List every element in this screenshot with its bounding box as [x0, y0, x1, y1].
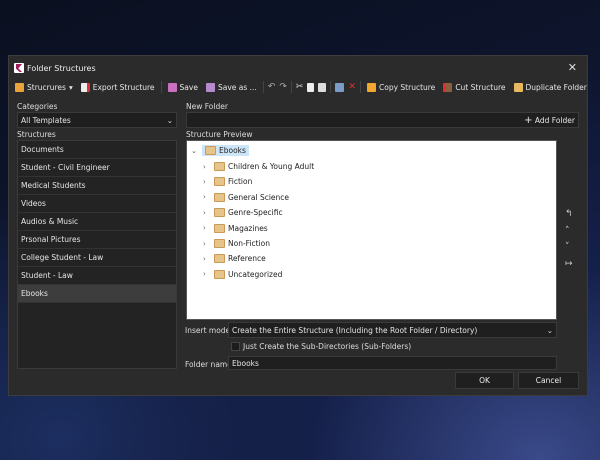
tree-node[interactable]: › Fiction — [203, 175, 252, 188]
separator — [330, 81, 332, 93]
ok-button[interactable]: OK — [455, 372, 514, 389]
plus-icon: + — [524, 114, 533, 126]
move-down-icon[interactable]: ˅ — [565, 242, 570, 252]
save-as-button[interactable]: Save as ... — [204, 82, 259, 92]
structure-preview-label: Structure Preview — [186, 130, 253, 139]
folder-icon — [214, 254, 225, 264]
chevron-right-icon[interactable]: › — [203, 240, 211, 248]
app-logo-icon — [14, 63, 24, 73]
save-as-icon — [205, 82, 215, 92]
structure-list-item[interactable]: Ebooks — [18, 285, 176, 303]
paste-icon[interactable] — [318, 82, 327, 92]
cut-icon[interactable]: ✂ — [296, 82, 304, 92]
separator — [290, 81, 292, 93]
dropdown-arrow-icon: ▾ — [68, 82, 73, 92]
structure-list-item[interactable]: Documents — [18, 141, 176, 159]
move-in-icon[interactable]: ↦ — [565, 259, 573, 269]
tree-node[interactable]: › Uncategorized — [203, 268, 282, 281]
cut-structure-icon — [443, 82, 453, 92]
copy-structure-icon — [367, 82, 376, 92]
chevron-right-icon[interactable]: › — [203, 270, 211, 278]
chevron-right-icon[interactable]: › — [203, 209, 211, 217]
structure-list-item[interactable]: Student - Civil Engineer — [18, 159, 176, 177]
folder-icon — [214, 223, 225, 233]
structure-list-item[interactable]: College Student - Law — [18, 249, 176, 267]
save-icon — [167, 82, 177, 92]
folder-icon — [214, 177, 225, 187]
tree-node[interactable]: › Children & Young Adult — [203, 160, 314, 173]
structures-menu-button[interactable]: Strucrures ▾ — [13, 82, 75, 92]
structures-list[interactable]: Documents Student - Civil Engineer Medical… — [17, 140, 177, 369]
separator — [262, 81, 264, 93]
structures-label: Structures — [17, 130, 56, 139]
redo-icon[interactable]: ↷ — [279, 82, 287, 92]
folder-name-label: Folder name: — [185, 360, 235, 369]
folder-icon — [214, 239, 225, 248]
folder-icon — [214, 192, 225, 202]
move-up-icon[interactable]: ˄ — [565, 226, 570, 236]
insert-mode-label: Insert mode: — [185, 326, 233, 335]
structure-preview-tree[interactable]: ⌄ Ebooks › Children & Young Adult › Fiction ›… — [186, 140, 557, 320]
rename-icon[interactable] — [335, 82, 345, 92]
insert-mode-select[interactable]: Create the Entire Structure (Including t… — [228, 322, 557, 338]
window-title: Folder Structures — [27, 64, 96, 73]
categories-select[interactable]: All Templates ⌄ — [17, 112, 177, 128]
copy-icon[interactable] — [307, 82, 315, 92]
chevron-down-icon: ⌄ — [191, 146, 197, 155]
structure-list-item[interactable]: Videos — [18, 195, 176, 213]
close-button[interactable]: ✕ — [568, 61, 577, 74]
chevron-right-icon[interactable]: › — [203, 163, 211, 171]
move-out-icon[interactable]: ↰ — [565, 209, 573, 219]
folder-icon — [214, 208, 225, 218]
structure-list-item[interactable]: Prsonal Pictures — [18, 231, 176, 249]
folder-icon — [205, 146, 216, 155]
new-folder-input[interactable]: + Add Folder — [186, 112, 579, 128]
chevron-right-icon[interactable]: › — [203, 178, 211, 186]
tree-node[interactable]: › Magazines — [203, 222, 268, 235]
undo-icon[interactable]: ↶ — [268, 82, 276, 92]
sub-directories-checkbox-row[interactable]: Just Create the Sub-Directories (Sub-Fol… — [231, 342, 411, 351]
structures-icon — [15, 82, 24, 92]
folder-icon — [214, 162, 225, 171]
tree-root-node[interactable]: ⌄ Ebooks — [191, 144, 249, 157]
tree-node[interactable]: › Non-Fiction — [203, 237, 270, 250]
delete-icon[interactable]: ✕ — [348, 82, 356, 92]
structure-list-item[interactable]: Audios & Music — [18, 213, 176, 231]
new-folder-label: New Folder — [186, 102, 228, 111]
categories-label: Categories — [17, 102, 58, 111]
save-button[interactable]: Save — [166, 82, 200, 92]
sub-directories-checkbox[interactable] — [231, 342, 240, 351]
copy-structure-button[interactable]: Copy Structure — [365, 82, 437, 92]
structure-list-item[interactable]: Student - Law — [18, 267, 176, 285]
chevron-down-icon: ⌄ — [166, 115, 173, 125]
chevron-right-icon[interactable]: › — [203, 224, 211, 232]
chevron-right-icon[interactable]: › — [203, 193, 211, 201]
separator — [360, 81, 361, 93]
tree-node[interactable]: › General Science — [203, 191, 289, 204]
duplicate-folder-icon — [513, 82, 523, 92]
folder-icon — [214, 269, 225, 279]
structure-list-item[interactable]: Medical Students — [18, 177, 176, 195]
export-icon — [80, 82, 90, 92]
cancel-button[interactable]: Cancel — [518, 372, 579, 389]
tree-node[interactable]: › Reference — [203, 252, 266, 265]
duplicate-folder-button[interactable]: Duplicate Folder — [512, 82, 589, 92]
separator — [160, 81, 162, 93]
chevron-down-icon: ⌄ — [546, 325, 553, 335]
folder-name-input[interactable]: Ebooks — [228, 356, 557, 370]
export-structure-button[interactable]: Export Structure — [79, 82, 157, 92]
chevron-right-icon[interactable]: › — [203, 255, 211, 263]
folder-structures-dialog: Folder Structures ✕ Strucrures ▾ Export S… — [8, 55, 588, 396]
tree-node[interactable]: › Genre-Specific — [203, 206, 283, 219]
toolbar: Strucrures ▾ Export Structure Save Save a… — [13, 79, 589, 95]
cut-structure-button[interactable]: Cut Structure — [441, 82, 507, 92]
add-folder-button[interactable]: + Add Folder — [524, 115, 575, 126]
